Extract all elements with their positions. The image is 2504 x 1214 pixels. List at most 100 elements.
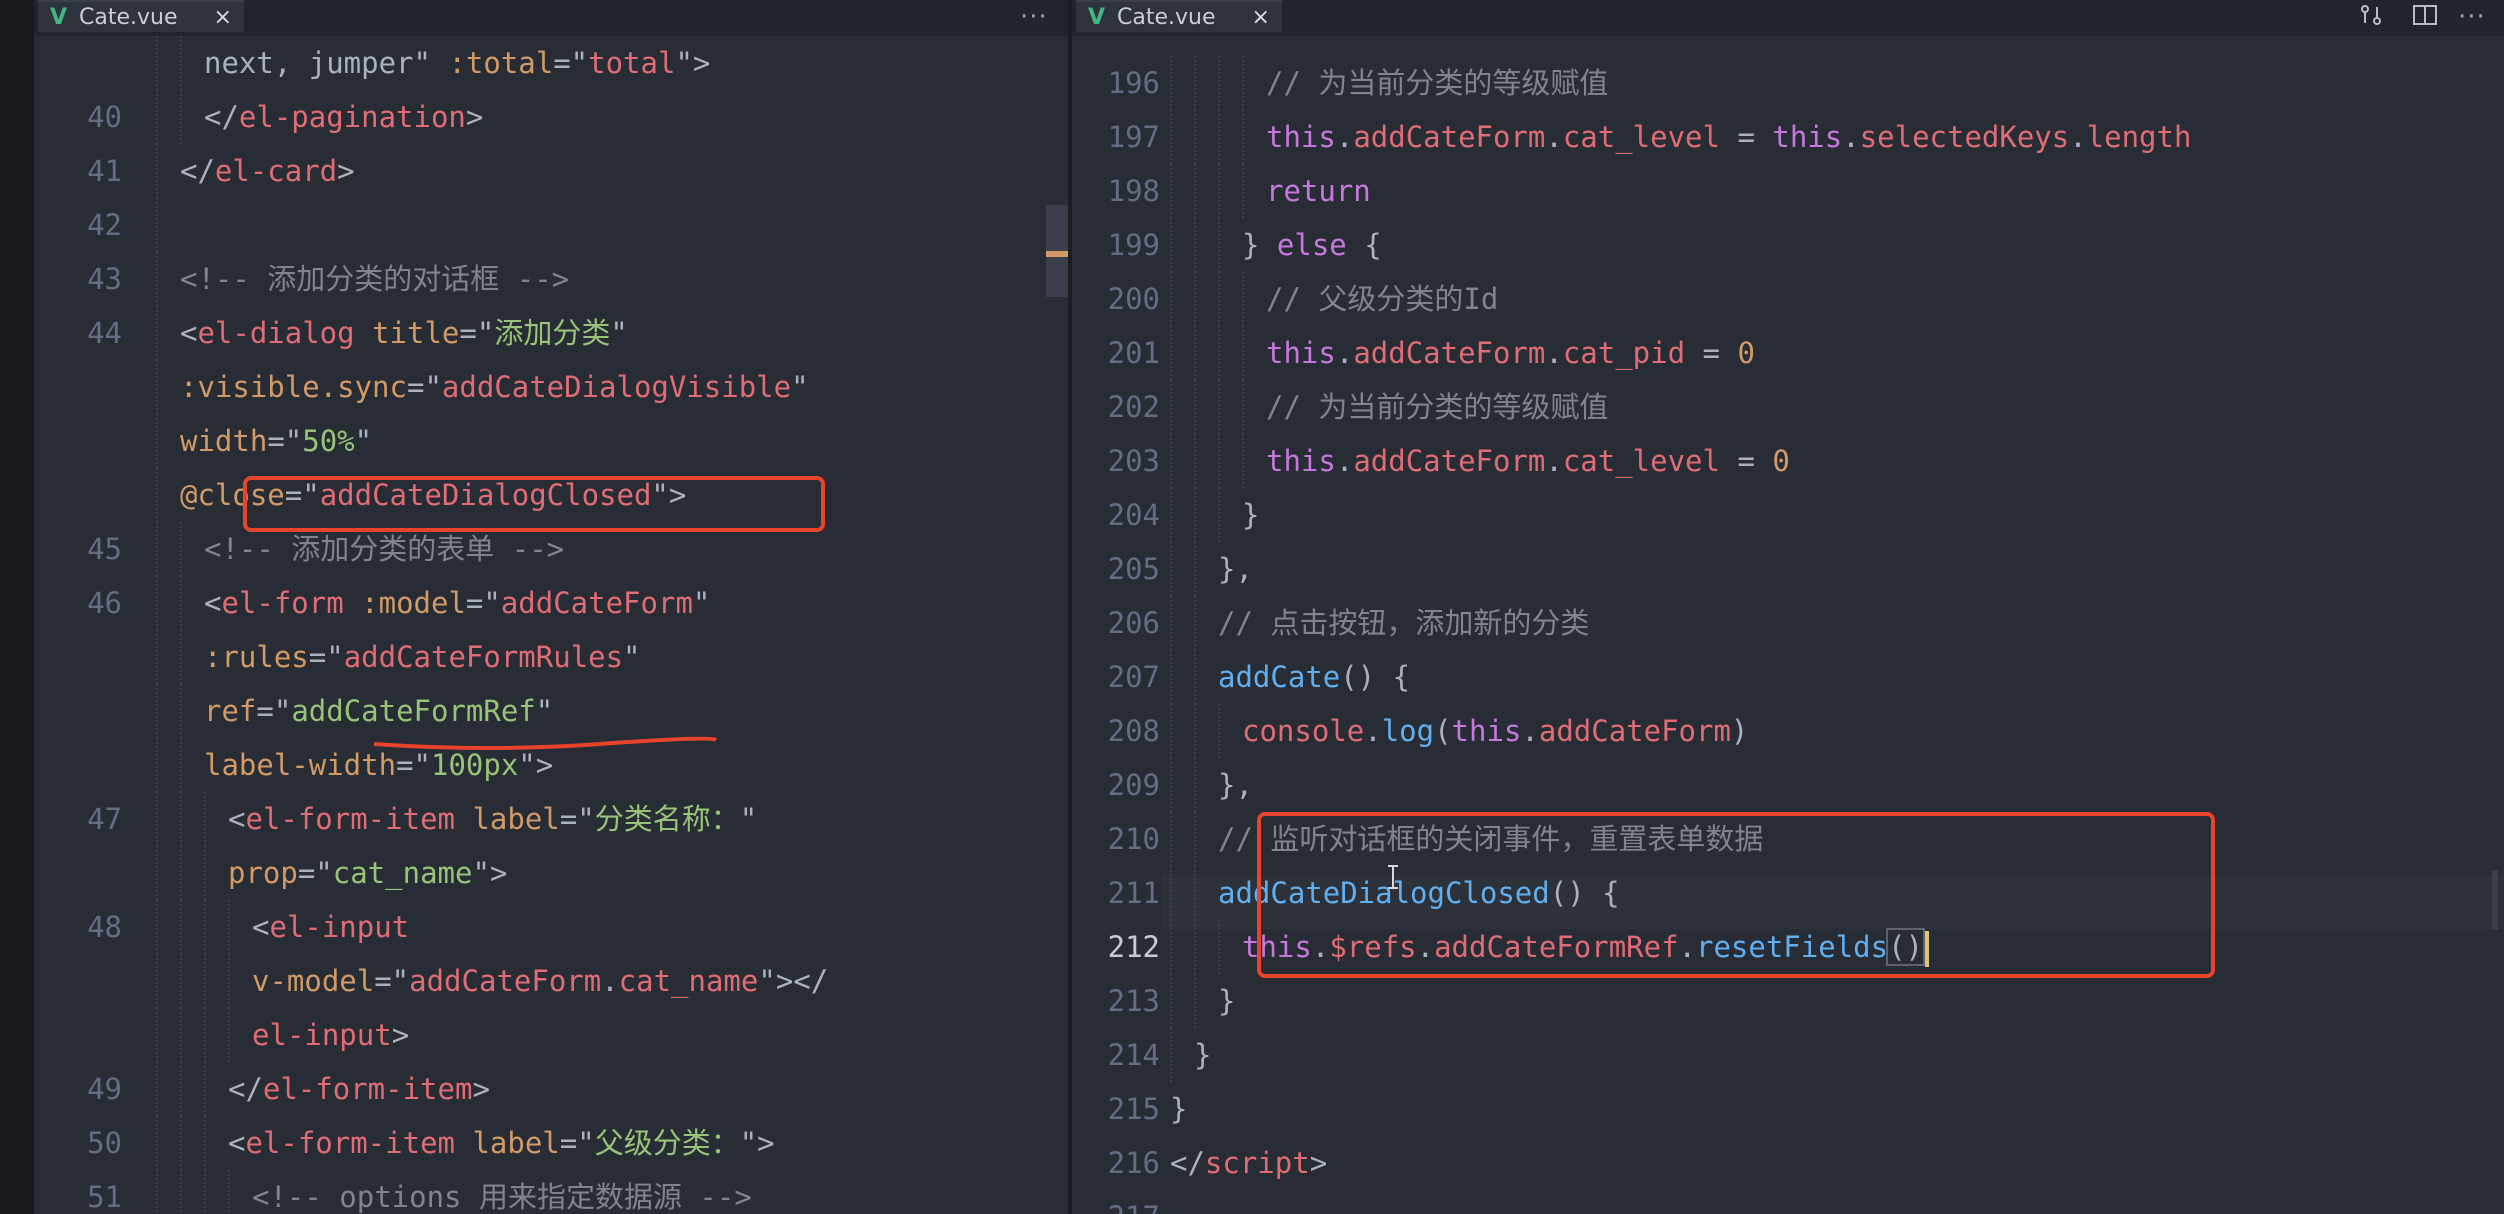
code-line[interactable]: 198 return	[1072, 164, 2504, 218]
indent-guide	[1194, 272, 1196, 326]
code-line[interactable]: 196 // 为当前分类的等级赋值	[1072, 56, 2504, 110]
code-line[interactable]: :rules="addCateFormRules"	[34, 630, 1070, 684]
split-editor-icon[interactable]	[2412, 4, 2438, 26]
code-line[interactable]: prop="cat_name">	[34, 846, 1070, 900]
more-actions-icon[interactable]: ···	[2458, 2, 2486, 32]
code-token: .	[1545, 444, 1563, 478]
code-line[interactable]: 42	[34, 198, 1070, 252]
close-icon[interactable]: ×	[214, 5, 232, 30]
code-token: addCateForm	[409, 964, 602, 998]
code-token: cat_level	[1562, 120, 1720, 154]
code-line[interactable]: 217	[1072, 1190, 2504, 1214]
close-icon[interactable]: ×	[1252, 5, 1270, 30]
code-line[interactable]: 46 <el-form :model="addCateForm"	[34, 576, 1070, 630]
line-number: 43	[87, 262, 122, 296]
code-line[interactable]: width="50%"	[34, 414, 1070, 468]
code-token: selectedKeys	[1859, 120, 2070, 154]
code-line[interactable]: el-input>	[34, 1008, 1070, 1062]
code-line[interactable]: 214}	[1072, 1028, 2504, 1082]
code-line[interactable]: ref="addCateFormRef"	[34, 684, 1070, 738]
indent-guide	[156, 1170, 158, 1214]
indent-guide	[1170, 434, 1172, 488]
indent-guide	[180, 1008, 182, 1062]
code-line[interactable]: 41 </el-card>	[34, 144, 1070, 198]
code-line[interactable]: 206 // 点击按钮，添加新的分类	[1072, 596, 2504, 650]
code-line[interactable]: 45 <!-- 添加分类的表单 -->	[34, 522, 1070, 576]
line-number: 48	[87, 910, 122, 944]
code-token: ">	[518, 748, 554, 782]
code-line[interactable]: 211 addCateDialogClosed() {	[1072, 866, 2504, 920]
code-line[interactable]: 201 this.addCateForm.cat_pid = 0	[1072, 326, 2504, 380]
indent-guide	[1170, 110, 1172, 164]
code-line[interactable]: 210 // 监听对话框的关闭事件，重置表单数据	[1072, 812, 2504, 866]
code-token: <!-- options 用来指定数据源 -->	[252, 1180, 752, 1214]
code-token: addCateDialogClosed	[319, 478, 652, 512]
code-token: el-form-item	[245, 802, 455, 836]
code-text: :rules="addCateFormRules"	[204, 630, 641, 684]
right-editor-pane[interactable]: V Cate.vue × ··· 196 // 为当前分类的等级赋值 197 this…	[1072, 0, 2504, 1214]
code-line[interactable]: 207 addCate() {	[1072, 650, 2504, 704]
code-line[interactable]: 212 this.$refs.addCateFormRef.resetFields…	[1072, 920, 2504, 974]
code-line[interactable]: label-width="100px">	[34, 738, 1070, 792]
code-token: "	[623, 640, 641, 674]
code-text: <el-form :model="addCateForm"	[204, 576, 710, 630]
code-line[interactable]: 48 <el-input	[34, 900, 1070, 954]
code-line[interactable]: 51 <!-- options 用来指定数据源 -->	[34, 1170, 1070, 1214]
code-token: el-input	[252, 1018, 392, 1052]
code-line[interactable]: 47 <el-form-item label="分类名称："	[34, 792, 1070, 846]
scrollbar-thumb[interactable]	[1046, 205, 1070, 297]
code-token: .	[1416, 930, 1435, 964]
left-editor-pane[interactable]: V Cate.vue × ··· next, jumper" :total="t…	[34, 0, 1070, 1214]
code-line[interactable]: 203 this.addCateForm.cat_level = 0	[1072, 434, 2504, 488]
indent-guide	[156, 198, 158, 252]
code-line[interactable]: 208 console.log(this.addCateForm)	[1072, 704, 2504, 758]
code-line[interactable]: 202 // 为当前分类的等级赋值	[1072, 380, 2504, 434]
code-line[interactable]: 197 this.addCateForm.cat_level = this.sel…	[1072, 110, 2504, 164]
tab-cate-vue-left[interactable]: V Cate.vue ×	[38, 0, 244, 32]
code-text: </el-form-item>	[228, 1062, 490, 1116]
code-line[interactable]: 209},	[1072, 758, 2504, 812]
indent-guide	[204, 1170, 206, 1214]
code-line[interactable]: 216 </script>	[1072, 1136, 2504, 1190]
code-token: ="	[396, 748, 431, 782]
code-line[interactable]: v-model="addCateForm.cat_name"></	[34, 954, 1070, 1008]
code-token: 0	[1772, 444, 1790, 478]
code-text: }	[1194, 1028, 1211, 1082]
code-line[interactable]: 205},	[1072, 542, 2504, 596]
indent-guide	[1194, 326, 1196, 380]
code-line[interactable]: @close="addCateDialogClosed">	[34, 468, 1070, 522]
indent-guide	[156, 630, 158, 684]
indent-guide	[1194, 920, 1196, 974]
code-line[interactable]: 44 <el-dialog title="添加分类"	[34, 306, 1070, 360]
code-token: </	[180, 154, 215, 188]
compare-changes-icon[interactable]	[2358, 4, 2384, 26]
code-token: length	[2086, 120, 2192, 154]
code-line[interactable]: 204}	[1072, 488, 2504, 542]
code-token: addCateFormRules	[343, 640, 624, 674]
tab-cate-vue-right[interactable]: V Cate.vue ×	[1076, 0, 1282, 32]
code-line[interactable]: next, jumper" :total="total">	[34, 36, 1070, 90]
line-number: 213	[1107, 984, 1160, 1018]
code-token: ()	[1886, 928, 1925, 966]
code-line[interactable]: 43 <!-- 添加分类的对话框 -->	[34, 252, 1070, 306]
code-token: addCateDialogVisible	[441, 370, 792, 404]
code-token: {	[1346, 228, 1382, 262]
code-token: =	[1685, 336, 1738, 370]
code-text: this.addCateForm.cat_level = this.select…	[1266, 110, 2191, 164]
more-actions-icon[interactable]: ···	[1020, 2, 1048, 32]
code-line[interactable]: 40 </el-pagination>	[34, 90, 1070, 144]
code-line[interactable]: 199} else {	[1072, 218, 2504, 272]
code-text: next, jumper" :total="total">	[204, 36, 710, 90]
code-line[interactable]: 215}	[1072, 1082, 2504, 1136]
code-line[interactable]: 49 </el-form-item>	[34, 1062, 1070, 1116]
indent-guide	[1218, 920, 1220, 974]
code-token: ="	[308, 640, 344, 674]
code-token: }	[1242, 498, 1260, 532]
code-line[interactable]: 200 // 父级分类的Id	[1072, 272, 2504, 326]
code-token: label	[472, 802, 560, 836]
code-line[interactable]: 213}	[1072, 974, 2504, 1028]
code-line[interactable]: 50 <el-form-item label="父级分类：">	[34, 1116, 1070, 1170]
code-line[interactable]: :visible.sync="addCateDialogVisible"	[34, 360, 1070, 414]
